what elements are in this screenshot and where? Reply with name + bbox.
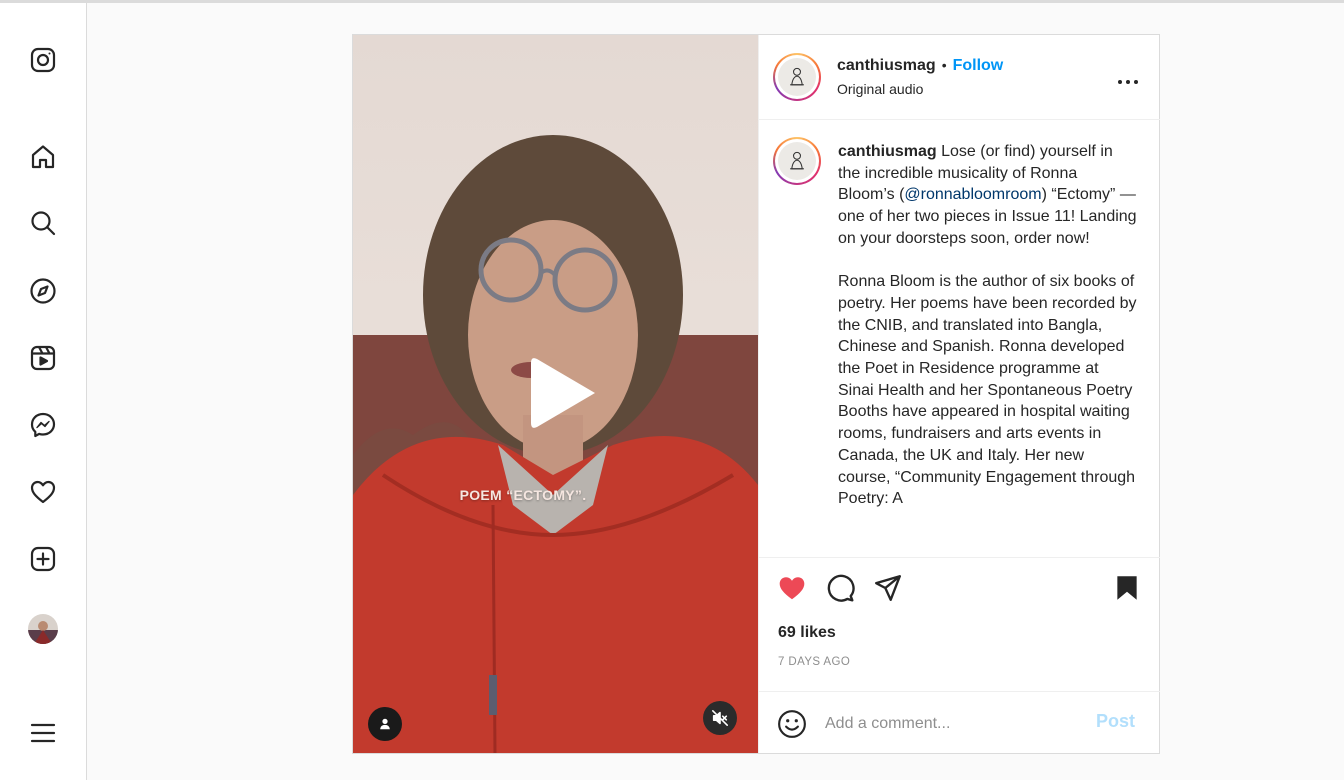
- heart-icon[interactable]: [27, 476, 59, 508]
- tagged-user-icon[interactable]: [368, 707, 402, 741]
- compass-icon[interactable]: [27, 275, 59, 307]
- browser-top-border: [0, 0, 1344, 3]
- more-options-icon[interactable]: [1115, 73, 1141, 84]
- caption-author-avatar[interactable]: [773, 137, 821, 185]
- video-player[interactable]: POEM “ECTOMY”.: [353, 35, 758, 753]
- comment-bar: Post: [759, 691, 1160, 753]
- post-date[interactable]: 7 DAYS AGO: [778, 656, 850, 668]
- play-icon[interactable]: [521, 353, 601, 433]
- post-modal: POEM “ECTOMY”. canthiusmag • Follow Origin…: [352, 34, 1160, 754]
- author-avatar[interactable]: [773, 53, 821, 101]
- caption-area: canthiusmag Lose (or find) yourself in t…: [759, 121, 1160, 557]
- search-icon[interactable]: [27, 207, 59, 239]
- emoji-icon[interactable]: [777, 709, 807, 739]
- share-icon[interactable]: [872, 572, 904, 604]
- reels-icon[interactable]: [27, 342, 59, 374]
- post-details: canthiusmag • Follow Original audio canthi…: [758, 35, 1160, 753]
- caption-username[interactable]: canthiusmag: [838, 143, 937, 160]
- comment-icon[interactable]: [824, 572, 856, 604]
- post-header: canthiusmag • Follow Original audio: [759, 35, 1160, 120]
- sidebar-nav: [0, 3, 87, 780]
- post-comment-button[interactable]: Post: [1096, 711, 1135, 732]
- mute-icon[interactable]: [703, 701, 737, 735]
- mention-link[interactable]: @ronnabloomroom: [904, 186, 1041, 203]
- comment-input[interactable]: [825, 711, 1085, 737]
- messenger-icon[interactable]: [27, 409, 59, 441]
- video-caption-overlay: POEM “ECTOMY”.: [459, 487, 587, 503]
- like-icon[interactable]: [776, 572, 808, 604]
- caption-text: canthiusmag Lose (or find) yourself in t…: [838, 141, 1138, 510]
- author-username[interactable]: canthiusmag: [837, 57, 936, 74]
- caption-paragraph: Ronna Bloom is the author of six books o…: [838, 273, 1137, 508]
- likes-count[interactable]: 69 likes: [778, 624, 836, 642]
- save-icon[interactable]: [1111, 572, 1143, 604]
- avatar[interactable]: [28, 614, 58, 644]
- action-bar: 69 likes 7 DAYS AGO: [759, 557, 1160, 692]
- home-icon[interactable]: [27, 141, 59, 173]
- audio-label[interactable]: Original audio: [837, 81, 923, 97]
- follow-button[interactable]: Follow: [953, 57, 1004, 74]
- menu-icon[interactable]: [27, 717, 59, 749]
- plus-square-icon[interactable]: [27, 543, 59, 575]
- instagram-logo-icon[interactable]: [27, 44, 59, 76]
- separator-dot: •: [941, 57, 947, 73]
